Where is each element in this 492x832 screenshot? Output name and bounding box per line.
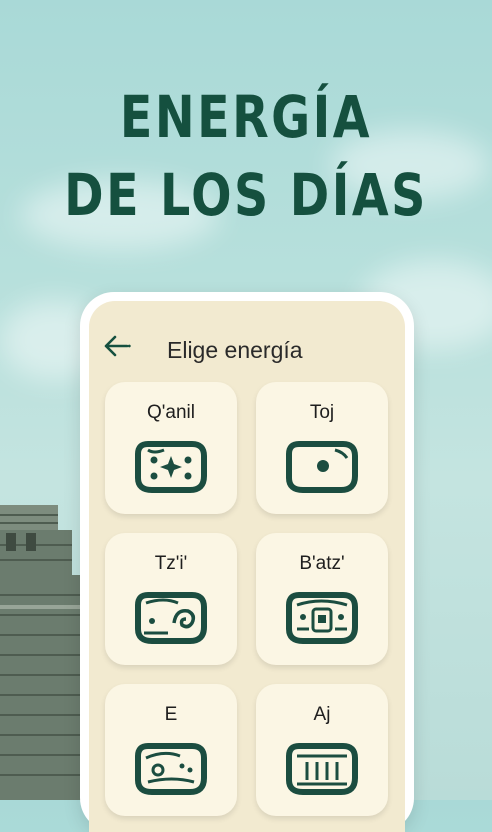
- energy-card-e[interactable]: E: [105, 684, 237, 816]
- batz-glyph-icon: [286, 592, 358, 644]
- energy-card-toj[interactable]: Toj: [256, 382, 388, 514]
- toj-glyph-icon: [286, 441, 358, 493]
- headline-line-2: DE LOS DÍAS: [64, 161, 428, 229]
- phone-frame: Elige energía Q'anil Toj Tz'i' B'atz' E …: [80, 292, 414, 832]
- arrow-left-icon: [104, 335, 131, 357]
- back-button[interactable]: [101, 333, 133, 359]
- tzi-glyph-icon: [135, 592, 207, 644]
- app-screen: Elige energía Q'anil Toj Tz'i' B'atz' E …: [89, 301, 405, 832]
- energy-card-qanil[interactable]: Q'anil: [105, 382, 237, 514]
- energy-card-batz[interactable]: B'atz': [256, 533, 388, 665]
- aj-glyph-icon: [286, 743, 358, 795]
- energy-name: Tz'i': [154, 553, 188, 574]
- qanil-glyph-icon: [135, 441, 207, 493]
- energy-name: Toj: [309, 402, 335, 423]
- energy-name: E: [164, 704, 178, 725]
- energy-name: Aj: [313, 704, 331, 725]
- energy-card-tzi[interactable]: Tz'i': [105, 533, 237, 665]
- energy-name: B'atz': [299, 553, 345, 574]
- headline-line-1: ENERGÍA: [119, 83, 373, 151]
- e-glyph-icon: [135, 743, 207, 795]
- energy-name: Q'anil: [147, 402, 195, 423]
- screen-title: Elige energía: [167, 337, 303, 363]
- energy-card-aj[interactable]: Aj: [256, 684, 388, 816]
